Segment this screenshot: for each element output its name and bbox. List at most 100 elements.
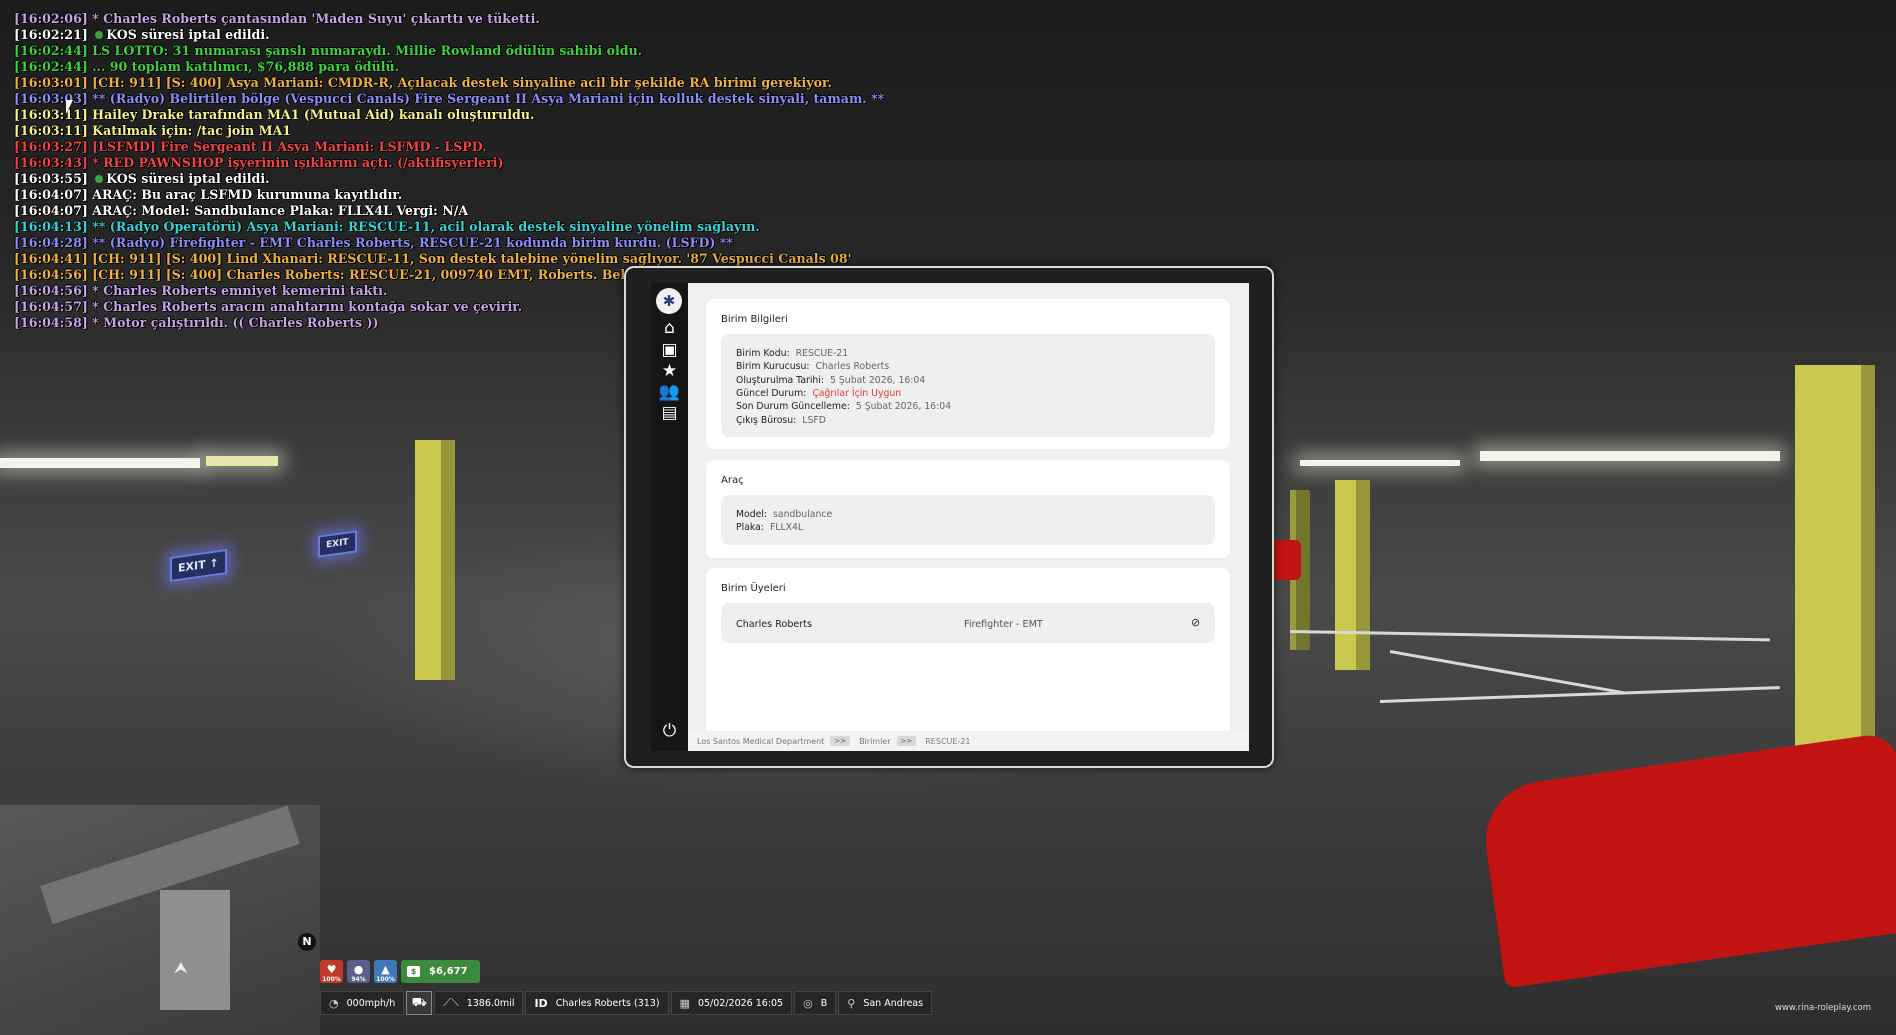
chat-line: [16:03:27] [LSFMD] Fire Sergeant II Asya… — [14, 139, 814, 155]
archive-icon[interactable]: ▤ — [659, 402, 680, 423]
star-icon[interactable]: ★ — [659, 360, 680, 381]
chat-line: [16:04:13] ** (Radyo Operatörü) Asya Mar… — [14, 219, 814, 235]
datetime-value: 05/02/2026 16:05 — [697, 997, 784, 1009]
chat-line: [16:03:43] * RED PAWNSHOP işyerinin ışık… — [14, 155, 814, 171]
money-value: $6,677 — [429, 966, 468, 977]
ceiling-light — [0, 458, 200, 468]
mouse-cursor-icon — [66, 100, 80, 114]
tablet-content: Birim Bilgileri Birim Kodu: RESCUE-21 Biri… — [688, 283, 1249, 731]
field-value: sandbulance — [773, 509, 833, 520]
breadcrumb-separator: >> — [896, 736, 917, 746]
unit-info-card: Birim Bilgileri Birim Kodu: RESCUE-21 Biri… — [706, 299, 1230, 449]
power-icon[interactable]: ⏻ — [659, 720, 680, 741]
chat-line: [16:03:11] Hailey Drake tarafından MA1 (… — [14, 107, 814, 123]
chat-text: [16:03:27] [LSFMD] Fire Sergeant II Asya… — [14, 139, 487, 154]
speed-display: ◔ 000mph/h — [320, 991, 405, 1015]
speed-value: 000mph/h — [346, 997, 396, 1009]
chat-text: [16:04:13] ** (Radyo Operatörü) Asya Mar… — [14, 219, 760, 234]
floor-line — [1379, 686, 1780, 703]
chat-text: [16:04:57] * Charles Roberts aracın anah… — [14, 299, 523, 314]
remove-member-icon[interactable]: ⊘ — [1191, 617, 1203, 629]
direction-display: ◎ B — [794, 991, 837, 1015]
kos-icon — [95, 175, 104, 183]
breadcrumb-item[interactable]: Los Santos Medical Department — [697, 737, 824, 746]
ceiling-light — [1480, 451, 1780, 461]
player-id-display: ID Charles Roberts (313) — [525, 991, 669, 1015]
calendar-icon: ▦ — [679, 996, 690, 1010]
chat-line: [16:02:44] LS LOTTO: 31 numarası şanslı … — [14, 43, 814, 59]
field-label: Oluşturulma Tarihi: — [736, 374, 825, 386]
breadcrumb-separator: >> — [830, 736, 851, 746]
watermark: www.rina-roleplay.com — [1775, 1003, 1872, 1013]
chat-text: [16:03:03] ** (Radyo) Belirtilen bölge (… — [14, 91, 885, 106]
red-vehicle — [1273, 540, 1301, 580]
status-value: Çağrılar İçin Uygun — [812, 387, 902, 399]
ceiling-light — [206, 456, 278, 466]
hud-status-row: ♥ 100% ● 94% ▲ 100% $ $6,677 — [320, 960, 480, 983]
member-name: Charles Roberts — [736, 619, 813, 630]
breadcrumb-item: RESCUE-21 — [925, 736, 971, 746]
ceiling-light — [1300, 460, 1460, 466]
wallet-icon: $ — [407, 966, 420, 977]
vehicle-info-row: Model: sandbulance — [736, 509, 832, 520]
vehicle-info-box: Model: sandbulance Plaka: FLLX4L — [721, 495, 1215, 545]
briefcase-icon[interactable]: ▣ — [659, 339, 680, 360]
chat-text: KOS süresi iptal edildi. — [106, 27, 270, 42]
members-title: Birim Üyeleri — [721, 583, 786, 594]
thirst-stat: ▲ 100% — [374, 960, 397, 983]
field-value: RESCUE-21 — [795, 348, 849, 359]
unit-info-row: Çıkış Bürosu: LSFD — [736, 415, 826, 426]
thirst-value: 100% — [376, 976, 395, 983]
odometer-display: ⟋⟍ 1386.0mil — [434, 991, 524, 1015]
health-stat: ♥ 100% — [320, 960, 343, 983]
field-label: Çıkış Bürosu: — [736, 414, 797, 426]
chat-text: [16:02:06] * Charles Roberts çantasından… — [14, 11, 540, 26]
chat-text: [16:04:56] * Charles Roberts emniyet kem… — [14, 283, 388, 298]
field-label: Birim Kodu: — [736, 348, 790, 359]
field-value: LSFD — [802, 414, 826, 426]
direction-value: B — [820, 997, 828, 1009]
chat-text: [16:04:28] ** (Radyo) Firefighter - EMT … — [14, 235, 733, 250]
star-of-life-icon: ✱ — [656, 288, 682, 314]
breadcrumb: Los Santos Medical Department >> Birimle… — [688, 731, 1249, 751]
field-value: FLLX4L — [769, 522, 804, 534]
compass-north: N — [298, 933, 316, 951]
chat-text: [16:04:07] ARAÇ: Bu araç LSFMD kurumuna … — [14, 187, 403, 202]
breadcrumb-item[interactable]: Birimler — [859, 737, 890, 746]
home-icon[interactable]: ⌂ — [659, 317, 680, 338]
member-row: Charles Roberts Firefighter - EMT ⊘ — [721, 603, 1215, 643]
field-value: 5 Şubat 2026, 16:04 — [855, 401, 952, 413]
unit-info-row: Oluşturulma Tarihi: 5 Şubat 2026, 16:04 — [736, 375, 925, 386]
heart-icon: ♥ — [326, 963, 337, 976]
chat-line: [16:02:44] ... 90 toplam katılımcı, $76,… — [14, 59, 814, 75]
users-icon[interactable]: 👥 — [659, 381, 680, 402]
chat-line: [16:03:11] Katılmak için: /tac join MA1 — [14, 123, 814, 139]
player-name: Charles Roberts (313) — [555, 997, 660, 1009]
pillar — [415, 440, 455, 680]
water-icon: ▲ — [381, 963, 390, 976]
unit-info-box: Birim Kodu: RESCUE-21 Birim Kurucusu: Charl… — [721, 334, 1215, 437]
chat-text: [16:03:11] Hailey Drake tarafından MA1 (… — [14, 107, 535, 122]
chat-timestamp: [16:03:55] — [14, 171, 93, 186]
hunger-value: 94% — [351, 976, 366, 983]
chat-text: [16:04:41] [CH: 911] [S: 400] Lind Xhana… — [14, 251, 852, 266]
food-icon: ● — [353, 963, 364, 976]
tablet-screen: ✱ ⌂ ▣ ★ 👥 ▤ ⏻ Birim Bilgileri Birim Kodu: RES… — [651, 283, 1249, 751]
unit-info-row: Birim Kurucusu: Charles Roberts — [736, 361, 889, 372]
chat-text: [16:04:07] ARAÇ: Model: Sandbulance Plak… — [14, 203, 469, 218]
chat-text: [16:04:58] * Motor çalıştırıldı. (( Char… — [14, 315, 379, 330]
chat-line: [16:02:21] KOS süresi iptal edildi. — [14, 27, 814, 43]
mdc-tablet: ✱ ⌂ ▣ ★ 👥 ▤ ⏻ Birim Bilgileri Birim Kodu: RES… — [624, 266, 1274, 768]
health-value: 100% — [322, 976, 341, 983]
red-vehicle — [1478, 731, 1896, 989]
location-pin-icon: ⚲ — [847, 996, 856, 1010]
chat-line: [16:03:01] [CH: 911] [S: 400] Asya Maria… — [14, 75, 832, 91]
exit-sign: EXIT ↑ — [170, 549, 227, 582]
member-rank: Firefighter - EMT — [964, 619, 1043, 630]
field-value: 5 Şubat 2026, 16:04 — [830, 374, 926, 386]
player-arrow-icon: ⮝ — [174, 958, 188, 977]
chat-text: [16:03:43] * RED PAWNSHOP işyerinin ışık… — [14, 155, 504, 170]
exit-sign: EXIT — [318, 530, 357, 558]
vehicle-title: Araç — [721, 475, 744, 486]
chat-line: [16:04:41] [CH: 911] [S: 400] Lind Xhana… — [14, 251, 851, 267]
